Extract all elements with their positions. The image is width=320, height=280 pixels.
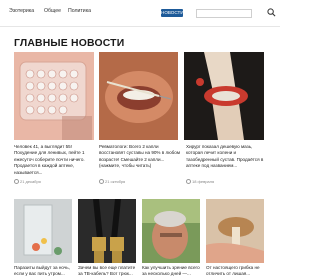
man-portrait-image	[142, 199, 200, 263]
nav-item-politics[interactable]: Политика	[68, 8, 91, 14]
nav-item-esoterica[interactable]: Эзотерика	[9, 8, 34, 14]
card-6-image[interactable]	[142, 199, 200, 263]
pills-glass-image	[14, 199, 72, 263]
card-3-date: 18 февраля	[186, 179, 214, 185]
card-5-title[interactable]: Зачем вы все еще платите за ТВ-кабель? В…	[78, 265, 138, 278]
card-3-image[interactable]	[184, 52, 264, 140]
card-2-image[interactable]	[99, 52, 178, 140]
hdmi-cable-image	[78, 199, 136, 263]
search-input[interactable]	[196, 9, 252, 18]
card-1-date: 21 декабря	[14, 179, 41, 185]
clock-icon	[99, 179, 104, 185]
card-1-image[interactable]	[14, 52, 94, 140]
nav-item-general[interactable]: Общее	[44, 8, 61, 14]
mouth-needle-image	[99, 52, 178, 140]
clock-icon	[186, 179, 191, 185]
card-1-title[interactable]: Человек 41, а выглядит 55! Похудение для…	[14, 144, 96, 176]
card-7-image[interactable]	[206, 199, 264, 263]
pill-blister-image	[14, 52, 94, 140]
knee-joint-image	[184, 52, 264, 140]
news-button[interactable]: НОВОСТИ	[161, 9, 184, 17]
clock-icon	[14, 179, 19, 185]
card-6-title[interactable]: Как улучшить зрение всего за несколько д…	[142, 265, 202, 278]
card-3-title[interactable]: Хирург показал дешевую мазь, которая леч…	[186, 144, 266, 170]
page-title: ГЛАВНЫЕ НОВОСТИ	[14, 38, 125, 49]
card-2-date: 21 октября	[99, 179, 125, 185]
mushroom-hand-image	[206, 199, 264, 263]
top-navbar: Эзотерика Общее Политика НОВОСТИ	[0, 0, 280, 27]
card-5-image[interactable]	[78, 199, 136, 263]
card-7-title[interactable]: От настоящего грибка не отличить от лиша…	[206, 265, 266, 278]
search-icon[interactable]	[267, 8, 276, 17]
card-4-image[interactable]	[14, 199, 72, 263]
card-4-title[interactable]: Паразиты выйдут за ночь, если у вас пить…	[14, 265, 74, 278]
card-2-title[interactable]: Ревматологи: Всего 2 капли восстановят с…	[99, 144, 181, 170]
